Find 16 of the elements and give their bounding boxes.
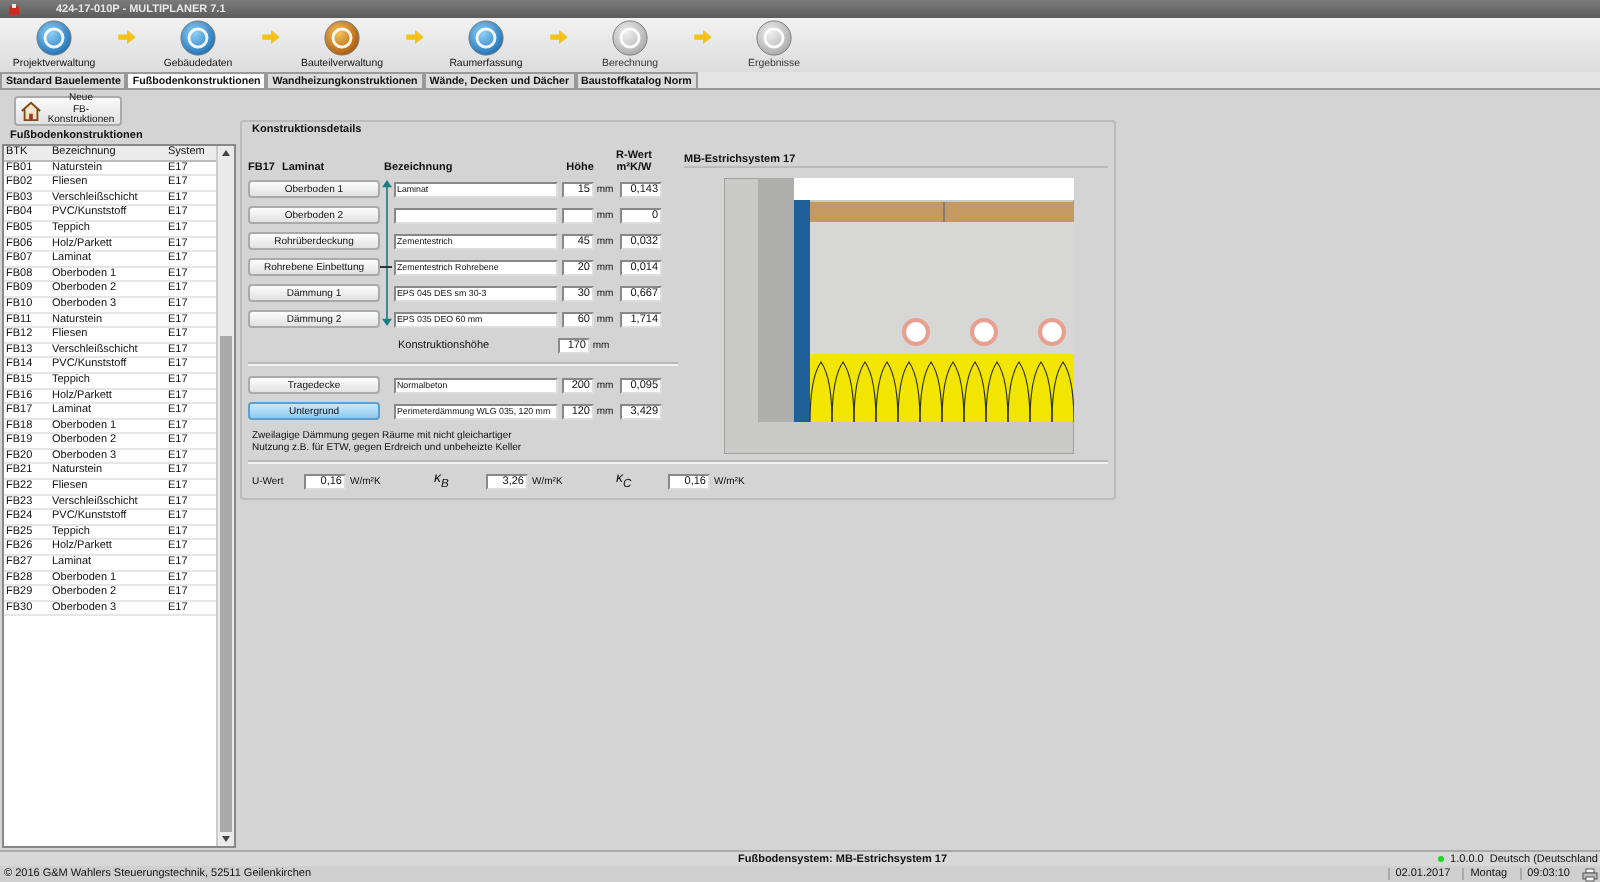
description-field[interactable] bbox=[394, 207, 558, 223]
arrow-icon bbox=[405, 30, 423, 44]
arrow-icon bbox=[549, 30, 567, 44]
arrow-icon bbox=[261, 30, 279, 44]
arrow-icon bbox=[117, 30, 135, 44]
scroll-up-icon[interactable] bbox=[218, 146, 234, 160]
house-icon bbox=[20, 100, 42, 122]
app-icon bbox=[8, 3, 20, 15]
scrollbar[interactable] bbox=[216, 146, 234, 846]
height-field[interactable] bbox=[562, 207, 594, 223]
double-arrow-icon bbox=[382, 180, 392, 326]
status-dot bbox=[1438, 856, 1445, 862]
dash-line bbox=[380, 266, 392, 268]
arrow-icon bbox=[693, 30, 711, 44]
scroll-down-icon[interactable] bbox=[218, 832, 234, 846]
printer-icon[interactable] bbox=[1582, 867, 1598, 881]
